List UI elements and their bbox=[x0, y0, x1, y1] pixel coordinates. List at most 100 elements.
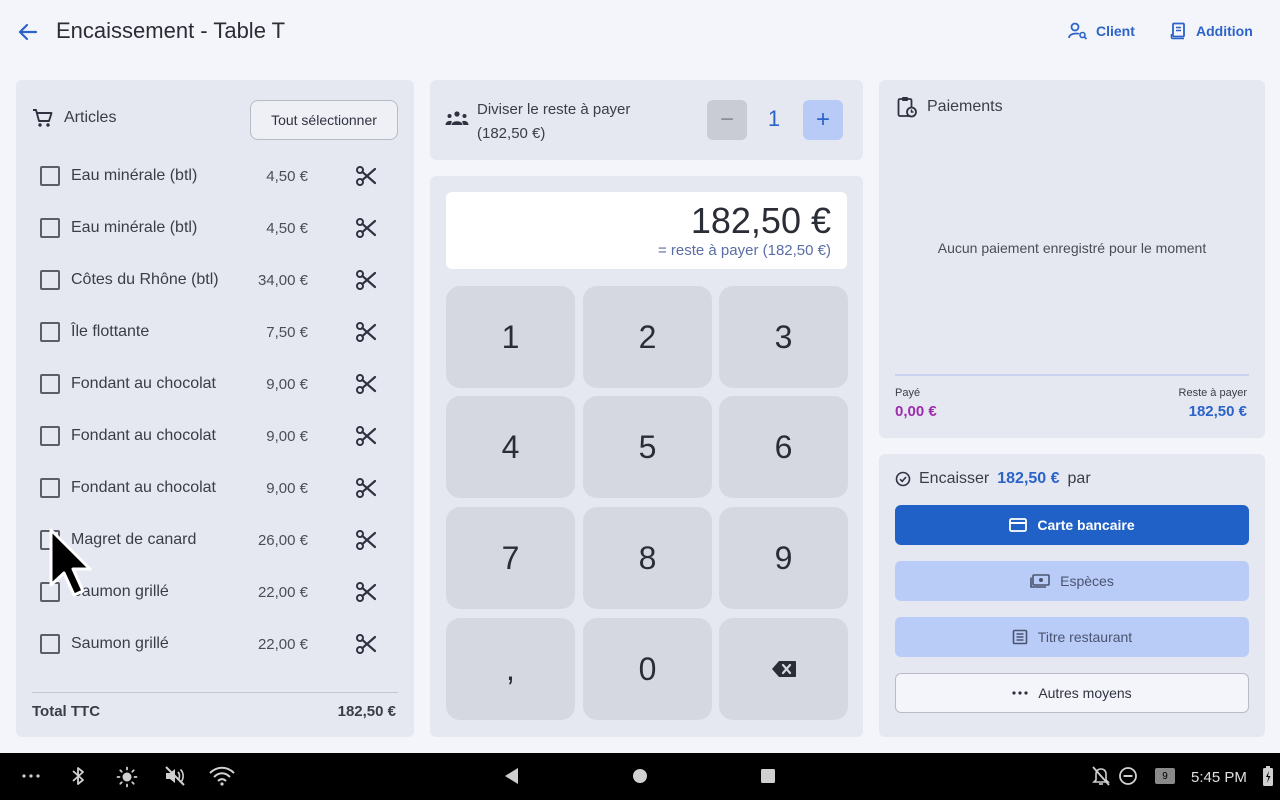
item-checkbox[interactable] bbox=[40, 166, 60, 186]
item-price: 26,00 € bbox=[257, 531, 308, 549]
addition-button[interactable]: Addition bbox=[1170, 22, 1253, 40]
collect-amount: 182,50 € bbox=[997, 470, 1060, 487]
item-price: 9,00 € bbox=[266, 375, 308, 393]
scissors-icon[interactable] bbox=[354, 164, 378, 188]
item-name: Fondant au chocolat bbox=[71, 375, 216, 392]
list-item[interactable]: Fondant au chocolat 9,00 € bbox=[40, 358, 390, 410]
scissors-icon[interactable] bbox=[354, 528, 378, 552]
more-dots-icon[interactable] bbox=[22, 774, 40, 778]
key-6[interactable]: 6 bbox=[719, 396, 848, 498]
payments-header: Paiements bbox=[897, 96, 1003, 118]
meal-voucher-label: Titre restaurant bbox=[1037, 629, 1133, 645]
amount-value: 182,50 € bbox=[690, 200, 831, 241]
bluetooth-icon[interactable] bbox=[71, 766, 85, 786]
client-button[interactable]: Client bbox=[1068, 22, 1135, 40]
recents-nav-icon[interactable] bbox=[760, 768, 776, 784]
item-price: 22,00 € bbox=[257, 635, 308, 653]
item-price: 4,50 € bbox=[266, 167, 308, 185]
empty-payments-message: Aucun paiement enregistré pour le moment bbox=[937, 240, 1207, 256]
increment-button[interactable]: + bbox=[803, 100, 843, 140]
meal-voucher-button[interactable]: Titre restaurant bbox=[895, 617, 1249, 657]
key-0[interactable]: 0 bbox=[583, 618, 712, 720]
page-title: Encaissement - Table T bbox=[56, 18, 286, 43]
back-arrow-icon[interactable] bbox=[14, 20, 42, 44]
scissors-icon[interactable] bbox=[354, 372, 378, 396]
other-methods-button[interactable]: Autres moyens bbox=[895, 673, 1249, 713]
select-all-button[interactable]: Tout sélectionner bbox=[250, 100, 398, 140]
articles-title: Articles bbox=[64, 109, 117, 126]
item-checkbox[interactable] bbox=[40, 374, 60, 394]
item-checkbox[interactable] bbox=[40, 322, 60, 342]
paid-label: Payé bbox=[895, 387, 921, 399]
list-item[interactable]: Saumon grillé 22,00 € bbox=[40, 618, 390, 670]
scissors-icon[interactable] bbox=[354, 476, 378, 500]
item-checkbox[interactable] bbox=[40, 478, 60, 498]
scissors-icon[interactable] bbox=[354, 580, 378, 604]
voucher-icon bbox=[1012, 629, 1028, 645]
check-circle-icon bbox=[895, 471, 911, 487]
back-nav-icon[interactable] bbox=[503, 767, 519, 785]
item-checkbox[interactable] bbox=[40, 634, 60, 654]
clipboard-clock-icon bbox=[897, 97, 917, 118]
brightness-icon[interactable] bbox=[116, 766, 138, 788]
scissors-icon[interactable] bbox=[354, 632, 378, 656]
item-name: Fondant au chocolat bbox=[71, 479, 216, 496]
notifications-off-icon[interactable] bbox=[1092, 766, 1110, 786]
addition-label: Addition bbox=[1196, 23, 1253, 39]
key-8[interactable]: 8 bbox=[583, 507, 712, 609]
total-label: Total TTC bbox=[32, 703, 101, 720]
notification-badge[interactable]: 9 bbox=[1155, 768, 1175, 784]
card-payment-button[interactable]: Carte bancaire bbox=[895, 505, 1249, 545]
list-item[interactable]: Fondant au chocolat 9,00 € bbox=[40, 462, 390, 514]
total-value: 182,50 € bbox=[337, 703, 396, 720]
articles-list: Eau minérale (btl) 4,50 € Eau minérale (… bbox=[40, 150, 390, 670]
item-name: Eau minérale (btl) bbox=[71, 219, 198, 236]
list-item[interactable]: Saumon grillé 22,00 € bbox=[40, 566, 390, 618]
item-checkbox[interactable] bbox=[40, 426, 60, 446]
scissors-icon[interactable] bbox=[354, 424, 378, 448]
item-name: Fondant au chocolat bbox=[71, 427, 216, 444]
home-nav-icon[interactable] bbox=[632, 768, 648, 784]
system-nav-bar: 9 5:45 PM bbox=[0, 753, 1280, 800]
list-item[interactable]: Île flottante 7,50 € bbox=[40, 306, 390, 358]
scissors-icon[interactable] bbox=[354, 268, 378, 292]
articles-header: Articles bbox=[32, 108, 116, 128]
decrement-button[interactable]: − bbox=[707, 100, 747, 140]
item-name: Saumon grillé bbox=[71, 583, 169, 600]
key-3[interactable]: 3 bbox=[719, 286, 848, 388]
key-5[interactable]: 5 bbox=[583, 396, 712, 498]
key-1[interactable]: 1 bbox=[446, 286, 575, 388]
cash-payment-label: Espèces bbox=[1060, 573, 1114, 589]
key-comma[interactable]: , bbox=[446, 618, 575, 720]
list-item[interactable]: Fondant au chocolat 9,00 € bbox=[40, 410, 390, 462]
scissors-icon[interactable] bbox=[354, 216, 378, 240]
receipt-icon bbox=[1170, 22, 1185, 40]
list-item[interactable]: Côtes du Rhône (btl) 34,00 € bbox=[40, 254, 390, 306]
collect-panel: Encaisser 182,50 € par Carte bancaire Es… bbox=[879, 454, 1265, 737]
wifi-icon[interactable] bbox=[209, 766, 235, 786]
split-count: 1 bbox=[767, 106, 781, 131]
sound-off-icon[interactable] bbox=[164, 766, 186, 786]
cash-payment-button[interactable]: Espèces bbox=[895, 561, 1249, 601]
keypad-panel: 182,50 € = reste à payer (182,50 €) 1 2 … bbox=[430, 176, 863, 737]
cart-icon bbox=[33, 109, 53, 127]
scissors-icon[interactable] bbox=[354, 320, 378, 344]
key-4[interactable]: 4 bbox=[446, 396, 575, 498]
list-item[interactable]: Magret de canard 26,00 € bbox=[40, 514, 390, 566]
list-item[interactable]: Eau minérale (btl) 4,50 € bbox=[40, 202, 390, 254]
item-name: Saumon grillé bbox=[71, 635, 169, 652]
item-name: Magret de canard bbox=[71, 531, 197, 548]
item-checkbox[interactable] bbox=[40, 218, 60, 238]
item-price: 4,50 € bbox=[266, 219, 308, 237]
key-7[interactable]: 7 bbox=[446, 507, 575, 609]
payments-panel: Paiements Aucun paiement enregistré pour… bbox=[879, 80, 1265, 438]
payments-divider bbox=[895, 374, 1249, 376]
key-9[interactable]: 9 bbox=[719, 507, 848, 609]
key-2[interactable]: 2 bbox=[583, 286, 712, 388]
other-methods-label: Autres moyens bbox=[1038, 685, 1132, 701]
split-panel: Diviser le reste à payer (182,50 €) − 1 … bbox=[430, 80, 863, 160]
list-item[interactable]: Eau minérale (btl) 4,50 € bbox=[40, 150, 390, 202]
do-not-disturb-icon[interactable] bbox=[1118, 766, 1138, 786]
item-checkbox[interactable] bbox=[40, 270, 60, 290]
key-backspace[interactable] bbox=[719, 618, 848, 720]
